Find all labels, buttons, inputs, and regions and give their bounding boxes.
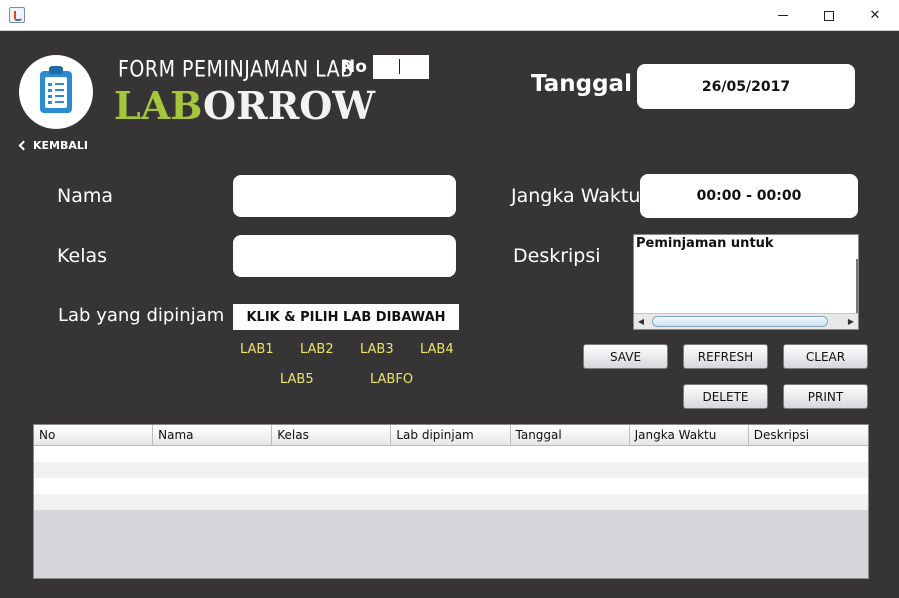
chevron-left-icon (18, 140, 29, 151)
lab-option-lab5[interactable]: LAB5 (280, 372, 314, 387)
tanggal-label: Tanggal (531, 71, 632, 97)
no-label: No (341, 57, 367, 77)
peminjaman-table[interactable]: No Nama Kelas Lab dipinjam Tanggal Jangk… (33, 424, 869, 579)
print-button[interactable]: PRINT (783, 384, 868, 409)
column-header-jangka-waktu[interactable]: Jangka Waktu (630, 425, 749, 446)
lab-label: Lab yang dipinjam (58, 305, 225, 326)
minimize-button[interactable] (760, 0, 806, 31)
table-row[interactable] (34, 478, 868, 494)
clear-button[interactable]: CLEAR (783, 344, 868, 369)
horizontal-scrollbar[interactable]: ◀ ▶ (634, 313, 858, 329)
close-icon: ✕ (869, 8, 881, 23)
column-header-nama[interactable]: Nama (153, 425, 273, 446)
table-row[interactable] (34, 446, 868, 462)
deskripsi-text: Peminjaman untuk (636, 236, 774, 251)
maximize-button[interactable] (806, 0, 852, 31)
vertical-scrollbar[interactable] (856, 259, 858, 315)
table-header: No Nama Kelas Lab dipinjam Tanggal Jangk… (34, 425, 868, 446)
clipboard-checklist-icon (40, 66, 72, 113)
back-label: KEMBALI (33, 139, 88, 152)
delete-button[interactable]: DELETE (683, 384, 768, 409)
table-row[interactable] (34, 462, 868, 478)
column-header-tanggal[interactable]: Tanggal (511, 425, 630, 446)
form-title: FORM PEMINJAMAN LAB (118, 57, 354, 83)
refresh-button[interactable]: REFRESH (683, 344, 768, 369)
tanggal-field[interactable]: 26/05/2017 (637, 64, 855, 109)
table-body (34, 446, 868, 510)
save-button[interactable]: SAVE (583, 344, 668, 369)
nama-field[interactable] (233, 175, 456, 217)
table-row[interactable] (34, 494, 868, 510)
column-header-lab-dipinjam[interactable]: Lab dipinjam (391, 425, 511, 446)
kelas-label: Kelas (57, 245, 108, 267)
text-caret (399, 59, 400, 74)
scroll-left-icon[interactable]: ◀ (634, 314, 648, 329)
scrollbar-thumb[interactable] (652, 316, 828, 327)
scroll-right-icon[interactable]: ▶ (844, 314, 858, 329)
lab-option-lab3[interactable]: LAB3 (360, 342, 394, 357)
deskripsi-label: Deskripsi (513, 245, 601, 267)
column-header-deskripsi[interactable]: Deskripsi (749, 425, 868, 446)
column-header-no[interactable]: No (34, 425, 154, 446)
brand-logotype: LABORROW (114, 83, 375, 128)
lab-selection-field[interactable]: KLIK & PILIH LAB DIBAWAH (233, 304, 459, 330)
back-button[interactable]: KEMBALI (18, 139, 88, 152)
deskripsi-textarea[interactable]: Peminjaman untuk ◀ ▶ (633, 234, 859, 330)
kelas-field[interactable] (233, 235, 456, 277)
lab-option-labfo[interactable]: LABFO (370, 372, 413, 387)
nama-label: Nama (57, 185, 114, 207)
no-field[interactable] (373, 55, 429, 79)
minimize-icon (778, 15, 788, 16)
logo (19, 55, 93, 129)
lab-option-lab1[interactable]: LAB1 (240, 342, 274, 357)
java-cup-icon (9, 7, 25, 23)
brand-part-orrow: ORROW (203, 83, 376, 128)
column-header-kelas[interactable]: Kelas (272, 425, 392, 446)
lab-option-lab4[interactable]: LAB4 (420, 342, 454, 357)
app-surface: FORM PEMINJAMAN LAB LABORROW No Tanggal … (0, 31, 899, 598)
jangka-waktu-field[interactable]: 00:00 - 00:00 (640, 174, 858, 218)
maximize-icon (824, 10, 834, 21)
brand-part-lab: LAB (114, 83, 204, 128)
window-titlebar: ✕ (0, 0, 899, 31)
lab-option-lab2[interactable]: LAB2 (300, 342, 334, 357)
jangka-waktu-label: Jangka Waktu (511, 185, 641, 207)
close-button[interactable]: ✕ (852, 0, 898, 31)
